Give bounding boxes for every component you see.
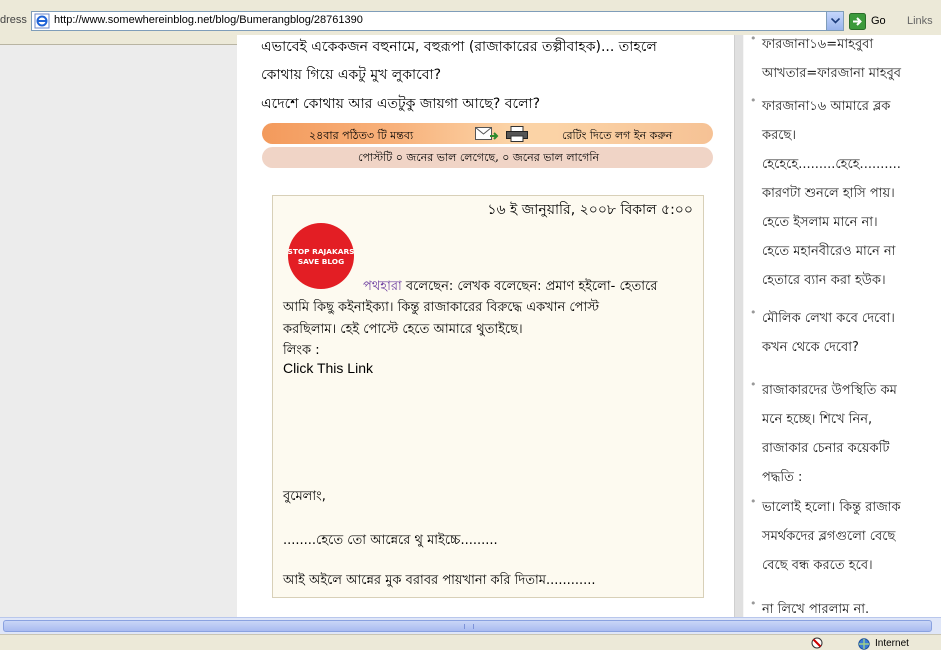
recent-comment-line: সমর্থকদের ব্লগগুলো বেছে: [762, 529, 896, 544]
recent-comment-line: মৌলিক লেখা কবে দেবো।: [762, 311, 895, 326]
bullet-icon: •: [750, 35, 757, 45]
email-icon[interactable]: [475, 127, 499, 141]
recent-comment-line: মনে হচ্ছে। শিখে নিন,: [762, 412, 873, 427]
horizontal-scrollbar[interactable]: [0, 617, 941, 634]
bullet-icon: •: [750, 597, 757, 610]
recent-comment-item[interactable]: • ফারজানা১৬ আমারে ব্লক করছে। হেহেহে........…: [750, 92, 941, 295]
comment-line-2: আমি কিছু কইনাইক্যা। কিন্তু রাজাকারের বির…: [283, 300, 600, 315]
badge-text-2: SAVE BLOG: [298, 257, 344, 266]
recent-comment-line: আখতার=ফারজানা মাহবুব: [762, 66, 902, 81]
go-arrow-icon: [849, 13, 866, 30]
post-line-1: এভাবেই একেকজন বহুনামে, বহুরূপা (রাজাকারে…: [261, 39, 657, 55]
recent-comment-item[interactable]: • না লিখে পারলাম না.: [750, 595, 941, 617]
recent-comment-line: হেতে ইসলাম মানে না।: [762, 215, 878, 230]
post-stats-bar: ২৪বার পঠিত৩ টি মন্তব্য রেটিং দিতে লগ ইন …: [262, 123, 713, 144]
post-line-3: এদেশে কোথায় আর এতটুকু জায়গা আছে? বলো?: [261, 96, 541, 112]
recent-comment-line: না লিখে পারলাম না.: [762, 602, 870, 617]
comment-line-7: আই অইলে আন্নের মুক বরাবর পায়খানা করি দি…: [283, 573, 596, 588]
read-comment-count[interactable]: ২৪বার পঠিত৩ টি মন্তব্য: [309, 127, 413, 146]
recent-comment-item[interactable]: • মৌলিক লেখা কবে দেবো। কখন থেকে দেবো?: [750, 304, 941, 362]
post-line-2: কোথায় গিয়ে একটু মুখ লুকাবো?: [261, 67, 441, 83]
recent-comment-line: রাজাকার চেনার কয়েকটি: [762, 441, 890, 456]
recent-comment-line: ফারজানা১৬ আমারে ব্লক: [762, 99, 891, 114]
recent-comment-line: কখন থেকে দেবো?: [762, 340, 859, 355]
comment-box: ১৬ ই জানুয়ারি, ২০০৮ বিকাল ৫:০০ STOP RAJ…: [272, 195, 704, 598]
security-zone-label: Internet: [875, 638, 909, 649]
bullet-icon: •: [750, 306, 757, 319]
recent-comment-line: হেতে মহানবীরেও মানে না: [762, 244, 896, 259]
address-field[interactable]: http://www.somewhereinblog.net/blog/Bume…: [31, 11, 844, 31]
recent-comment-line: হেহেহে.........হেহে..........: [762, 157, 901, 172]
comment-line-3: করছিলাম। হেই পোস্টে হেতে আমারে থুতাইছে।: [283, 322, 523, 337]
recent-comment-line: রাজাকারদের উপস্থিতি কম: [762, 383, 897, 398]
bullet-icon: •: [750, 378, 757, 391]
comment-line-4: লিংক :: [283, 343, 320, 358]
address-dropdown-button[interactable]: [826, 12, 843, 30]
recent-comment-line: কারণটা শুনলে হাসি পায়।: [762, 186, 895, 201]
scrollbar-grip-icon: [464, 624, 474, 629]
comment-date: ১৬ ই জানুয়ারি, ২০০৮ বিকাল ৫:০০: [487, 202, 693, 218]
ie-page-icon: [34, 13, 50, 29]
stop-rajakars-badge: STOP RAJAKARS SAVE BLOG: [288, 223, 355, 289]
click-this-link[interactable]: Click This Link: [283, 360, 373, 376]
recent-comment-line: হেতারে ব্যান করা হউক।: [762, 273, 886, 288]
address-url[interactable]: http://www.somewhereinblog.net/blog/Bume…: [54, 14, 363, 26]
recent-comment-line: বেছে বন্ধ করতে হবে।: [762, 558, 873, 573]
badge-text-1: STOP RAJAKARS: [288, 247, 355, 256]
post-content: এভাবেই একেকজন বহুনামে, বহুরূপা (রাজাকারে…: [237, 35, 734, 617]
comment-line-5: বুমেলাং,: [283, 489, 326, 504]
rating-login-link[interactable]: রেটিং দিতে লগ ইন করুন: [562, 127, 672, 146]
popup-blocked-icon[interactable]: [810, 637, 824, 649]
recent-comment-line: পদ্ধতি :: [762, 470, 803, 485]
left-gutter: [0, 45, 237, 617]
post-likes-bar: পোস্টটি ০ জনের ভাল লেগেছে, ০ জনের ভাল লা…: [262, 147, 713, 168]
recent-comment-item[interactable]: • ফারজানা১৬=মাহবুবা আখতার=ফারজানা মাহবুব: [750, 35, 941, 88]
status-bar: Internet: [0, 634, 941, 650]
recent-comments-sidebar: • ফারজানা১৬=মাহবুবা আখতার=ফারজানা মাহবুব • ফ…: [744, 35, 941, 617]
comment-line-1: পথহারা বলেছেন: লেখক বলেছেন: প্রমাণ হইলো-…: [363, 277, 657, 298]
recent-comment-item[interactable]: • ভালোই হলো। কিন্তু রাজাক সমর্থকদের ব্লগগু…: [750, 493, 941, 580]
bullet-icon: •: [750, 94, 757, 107]
internet-globe-icon: [858, 638, 870, 650]
comment-line-1-text: বলেছেন: লেখক বলেছেন: প্রমাণ হইলো- হেতারে: [401, 279, 658, 294]
recent-comment-line: ভালোই হলো। কিন্তু রাজাক: [762, 500, 901, 515]
toolbar-strip: [0, 0, 941, 6]
go-label: Go: [871, 15, 886, 27]
scrollbar-thumb[interactable]: [3, 620, 932, 632]
bullet-icon: •: [750, 495, 757, 508]
address-label: dress: [0, 14, 27, 26]
comment-line-6: ........হেতে তো আন্নেরে থু মাইচ্চে......…: [283, 533, 498, 548]
likes-text: পোস্টটি ০ জনের ভাল লেগেছে, ০ জনের ভাল লা…: [358, 151, 600, 164]
comment-author-link[interactable]: পথহারা: [363, 279, 402, 294]
recent-comment-item[interactable]: • রাজাকারদের উপস্থিতি কম মনে হচ্ছে। শিখে ন…: [750, 376, 941, 492]
links-label[interactable]: Links: [907, 15, 933, 27]
chevron-down-icon: [831, 18, 840, 24]
print-icon[interactable]: [506, 126, 528, 142]
recent-comment-line: ফারজানা১৬=মাহবুবা: [762, 37, 874, 52]
recent-comment-line: করছে।: [762, 128, 796, 143]
column-separator: [734, 35, 744, 617]
